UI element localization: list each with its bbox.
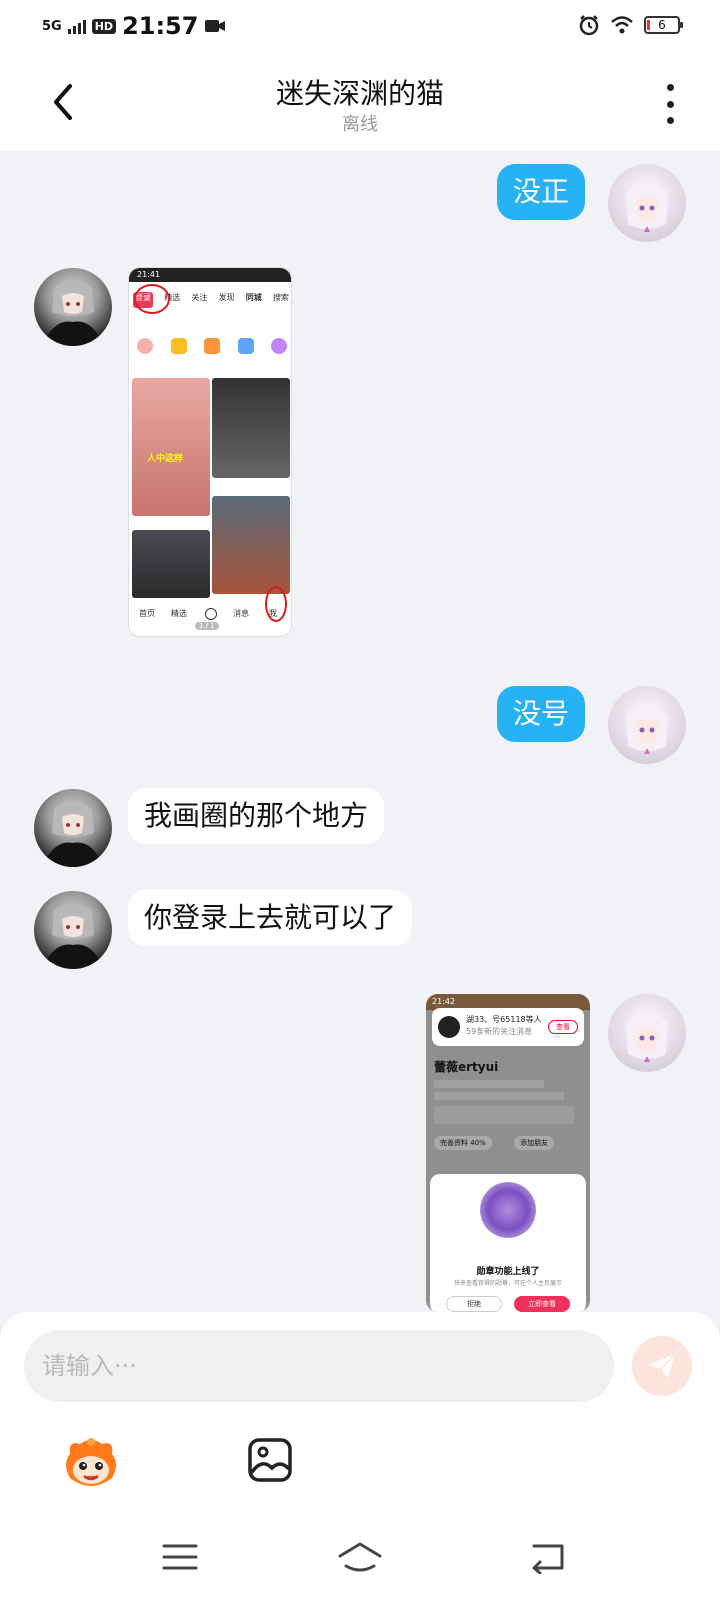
image-message-screenshot-1[interactable]: 21:41 登录 精选 关注 发现 同城 搜索 人中这样 首页 精选 消息 我 … [128, 267, 292, 637]
screenshot-complete-profile: 完善资料 40% [434, 1136, 492, 1150]
anime-avatar-icon [42, 903, 104, 969]
notification-view-button: 查看 [548, 1020, 578, 1034]
anime-avatar-icon [626, 1011, 668, 1062]
screenshot-tab: 精选 [171, 609, 187, 618]
signal-icon [67, 18, 86, 34]
message-bubble-other[interactable]: 我画圈的那个地方 [128, 788, 385, 844]
feed-cell [132, 378, 210, 516]
system-nav-bar [0, 1502, 720, 1606]
message-input[interactable] [24, 1330, 614, 1402]
emoji-button[interactable] [60, 1434, 122, 1496]
emoji-mascot-icon [66, 1438, 116, 1486]
battery-level: 6 [658, 18, 666, 32]
screenshot-medal-dialog: 勋章功能上线了 快来查看获得的勋章，可在个人主页展示 拒绝 立即查看 [430, 1174, 586, 1312]
chat-title: 迷失深渊的猫 [275, 77, 444, 110]
anime-avatar-icon [626, 181, 668, 232]
anime-avatar-icon [42, 280, 104, 346]
screenshot-tab: 消息 [233, 609, 249, 618]
anime-avatar-icon [42, 801, 104, 867]
dialog-subtitle: 快来查看获得的勋章，可在个人主页展示 [453, 1280, 562, 1287]
screenshot-status: 21:41 [129, 268, 291, 282]
more-options-button[interactable] [660, 84, 680, 124]
notification-line: 湖33、号65118等人 [466, 1015, 542, 1024]
home-key[interactable] [336, 1540, 382, 1574]
screenshot-nav-item: 同城 [245, 293, 262, 302]
hd-badge: HD [91, 18, 117, 34]
screenshot-username: 蕾薇ertyui [434, 1060, 499, 1074]
more-vertical-icon [666, 84, 674, 91]
notification-text: 湖33、号65118等人 59条新的关注消息 [466, 1014, 542, 1038]
message-bubble-me[interactable]: 没正 [497, 164, 586, 220]
home-icon [338, 1542, 382, 1572]
status-bar: 5G HD 21:57 6 [0, 0, 720, 56]
dialog-confirm: 立即查看 [514, 1296, 570, 1312]
back-key[interactable] [526, 1540, 570, 1575]
red-circle-annotation [265, 586, 287, 622]
notification-line: 59条新的关注消息 [466, 1027, 533, 1036]
medal-icon [480, 1182, 536, 1238]
status-left: 5G HD 21:57 [42, 12, 226, 40]
notification-avatar [438, 1016, 460, 1038]
my-avatar[interactable] [608, 686, 686, 764]
screenshot-pager: 1 / 1 [195, 622, 219, 630]
contact-avatar[interactable] [34, 891, 112, 969]
image-picker-button[interactable] [246, 1436, 294, 1484]
screenshot-tab: 首页 [139, 609, 155, 618]
screenshot-nav-item: 关注 [191, 293, 208, 302]
chat-header: 迷失深渊的猫 离线 [0, 56, 720, 150]
image-message-screenshot-2[interactable]: 21:42 湖33、号65118等人 59条新的关注消息 查看 蕾薇ertyui… [426, 994, 590, 1312]
anime-avatar-icon [626, 703, 668, 754]
screenshot-nav-item: 搜索 [272, 293, 289, 302]
send-paper-plane-icon [649, 1353, 676, 1378]
contact-avatar[interactable] [34, 789, 112, 867]
screenshot-shortcut-row [137, 338, 287, 360]
screenshot-feed-grid [132, 378, 290, 598]
video-call-icon [205, 20, 226, 32]
menu-icon [162, 1544, 198, 1570]
dialog-cancel: 拒绝 [446, 1296, 502, 1312]
network-type: 5G [42, 18, 62, 34]
screenshot-nav-item: 发现 [218, 293, 235, 302]
status-right: 6 [578, 14, 683, 36]
image-gallery-icon [248, 1438, 292, 1482]
online-status: 离线 [342, 114, 378, 135]
back-icon [532, 1544, 564, 1575]
battery-icon: 6 [644, 16, 683, 34]
wifi-icon [611, 16, 633, 34]
feed-cell [212, 496, 290, 594]
message-bubble-other[interactable]: 你登录上去就可以了 [128, 890, 413, 946]
red-circle-annotation [134, 284, 170, 314]
contact-avatar[interactable] [34, 268, 112, 346]
message-bubble-me[interactable]: 没号 [497, 686, 586, 742]
send-button[interactable] [632, 1336, 692, 1396]
screenshot-notification: 湖33、号65118等人 59条新的关注消息 查看 [432, 1008, 584, 1046]
screenshot-add-friend: 添加朋友 [514, 1136, 554, 1150]
screenshot-caption: 人中这样 [147, 454, 184, 464]
my-avatar[interactable] [608, 164, 686, 242]
plus-icon [205, 608, 217, 620]
status-time: 21:57 [122, 12, 199, 40]
my-avatar[interactable] [608, 994, 686, 1072]
feed-cell [132, 530, 210, 598]
feed-cell [212, 378, 290, 478]
alarm-icon [579, 15, 599, 36]
screenshot-profile-info [434, 1076, 584, 1124]
menu-key[interactable] [158, 1540, 202, 1574]
dialog-title: 勋章功能上线了 [476, 1267, 540, 1277]
